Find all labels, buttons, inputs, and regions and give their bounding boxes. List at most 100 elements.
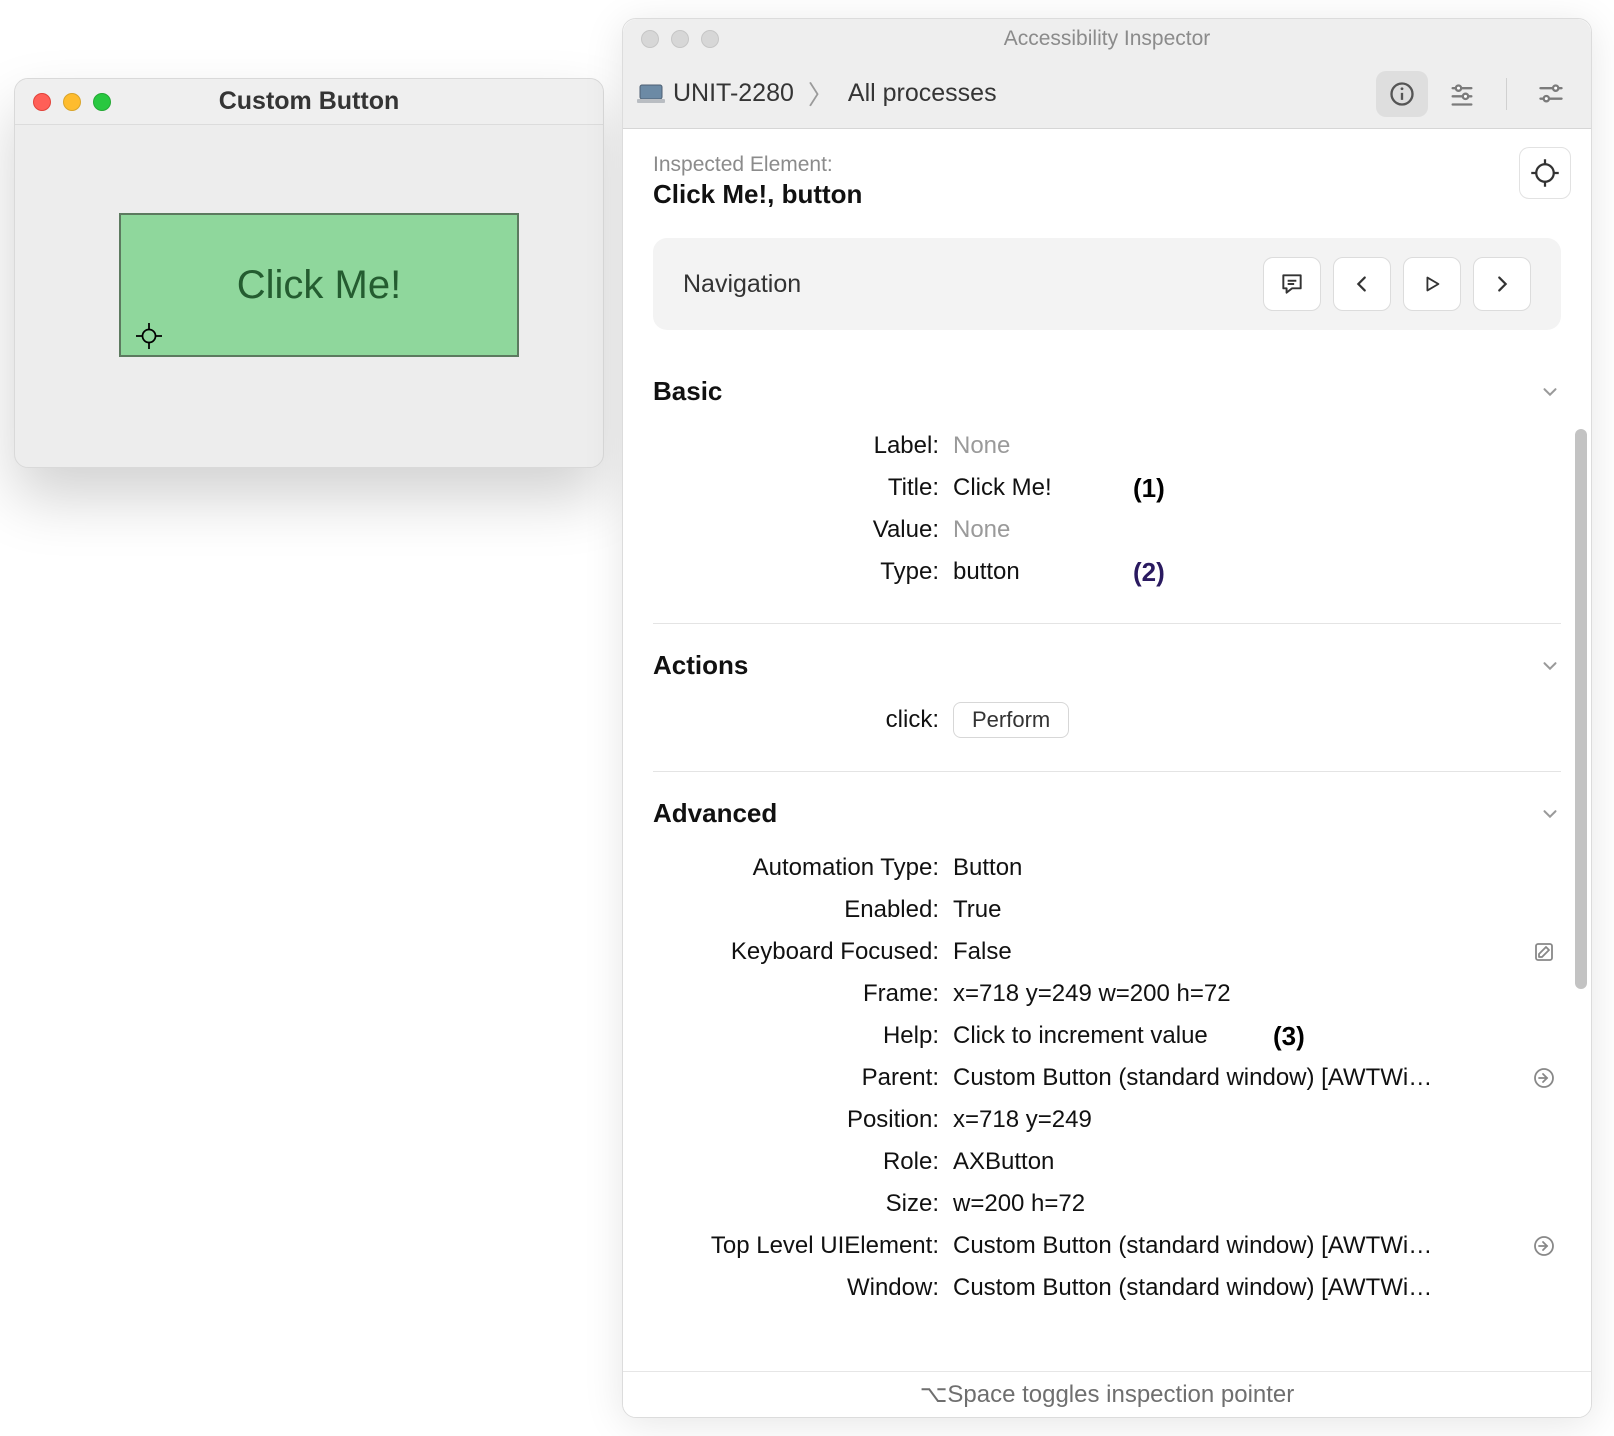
inspector-body: Inspected Element: Click Me!, button Nav… bbox=[623, 129, 1591, 1371]
section-advanced: Advanced Automation Type: Button Enabled… bbox=[653, 798, 1561, 1309]
custom-button-label: Click Me! bbox=[237, 263, 401, 308]
settings-sliders-icon bbox=[1537, 80, 1565, 108]
advanced-row-keyboard-focused: Keyboard Focused: False bbox=[653, 931, 1561, 973]
kv-value: Custom Button (standard window) [AWTWi… bbox=[953, 1232, 1517, 1260]
kv-key: Label: bbox=[653, 432, 953, 460]
inspection-tab-button[interactable] bbox=[1376, 71, 1428, 117]
advanced-row-enabled: Enabled: True bbox=[653, 889, 1561, 931]
actions-row-click: click: Perform bbox=[653, 699, 1561, 741]
kv-key: Keyboard Focused: bbox=[653, 938, 953, 966]
kv-key: Automation Type: bbox=[653, 854, 953, 882]
inspected-element-title: Click Me!, button bbox=[653, 179, 1561, 210]
advanced-row-size: Size: w=200 h=72 bbox=[653, 1183, 1561, 1225]
chevron-down-icon bbox=[1539, 655, 1561, 677]
start-inspection-button[interactable] bbox=[1519, 147, 1571, 199]
section-title: Basic bbox=[653, 376, 722, 407]
advanced-row-parent: Parent: Custom Button (standard window) … bbox=[653, 1057, 1561, 1099]
kv-key: Position: bbox=[653, 1106, 953, 1134]
section-basic: Basic Label: None Title: Click Me! (1) V… bbox=[653, 376, 1561, 593]
sample-titlebar: Custom Button bbox=[15, 79, 603, 125]
accessibility-inspector-window: Accessibility Inspector UNIT-2280 〉 All … bbox=[622, 18, 1592, 1418]
advanced-row-help: Help: Click to increment value (3) bbox=[653, 1015, 1561, 1057]
basic-row-type: Type: button (2) bbox=[653, 551, 1561, 593]
host-selector[interactable]: UNIT-2280 bbox=[637, 79, 794, 108]
kv-key: Value: bbox=[653, 516, 953, 544]
nav-next-button[interactable] bbox=[1473, 257, 1531, 311]
inspector-titlebar: Accessibility Inspector bbox=[623, 19, 1591, 59]
sample-window-title: Custom Button bbox=[15, 87, 603, 116]
navigate-to-top-level-button[interactable] bbox=[1527, 1229, 1561, 1263]
kv-key: Size: bbox=[653, 1190, 953, 1218]
perform-click-button[interactable]: Perform bbox=[953, 702, 1069, 738]
traffic-lights bbox=[641, 30, 719, 48]
chevron-left-icon bbox=[1351, 273, 1373, 295]
navigate-to-parent-button[interactable] bbox=[1527, 1061, 1561, 1095]
edit-icon bbox=[1532, 940, 1556, 964]
kv-value: False bbox=[953, 938, 1517, 966]
kv-key: Parent: bbox=[653, 1064, 953, 1092]
kv-key: Frame: bbox=[653, 980, 953, 1008]
section-actions-header[interactable]: Actions bbox=[653, 650, 1561, 685]
divider bbox=[653, 623, 1561, 624]
kv-key: Help: bbox=[653, 1022, 953, 1050]
zoom-window-button[interactable] bbox=[701, 30, 719, 48]
footer-hint: ⌥Space toggles inspection pointer bbox=[920, 1380, 1295, 1409]
advanced-row-position: Position: x=718 y=249 bbox=[653, 1099, 1561, 1141]
nav-play-button[interactable] bbox=[1403, 257, 1461, 311]
advanced-row-top-level-uielement: Top Level UIElement: Custom Button (stan… bbox=[653, 1225, 1561, 1267]
vertical-scrollbar[interactable] bbox=[1575, 429, 1587, 989]
kv-value: Click to increment value bbox=[953, 1022, 1561, 1050]
annotation-2: (2) bbox=[1133, 557, 1165, 588]
inspector-window-title: Accessibility Inspector bbox=[1004, 27, 1211, 51]
inspected-element-label: Inspected Element: bbox=[653, 153, 1561, 177]
arrow-circle-right-icon bbox=[1532, 1234, 1556, 1258]
laptop-icon bbox=[637, 84, 665, 104]
kv-value: button bbox=[953, 558, 1561, 586]
host-name: UNIT-2280 bbox=[673, 79, 794, 108]
advanced-row-role: Role: AXButton bbox=[653, 1141, 1561, 1183]
sliders-icon bbox=[1448, 80, 1476, 108]
toolbar-separator bbox=[1506, 78, 1507, 110]
section-title: Actions bbox=[653, 650, 748, 681]
custom-click-me-button[interactable]: Click Me! bbox=[119, 213, 519, 357]
navigation-label: Navigation bbox=[683, 270, 1263, 299]
kv-key: Enabled: bbox=[653, 896, 953, 924]
inspector-toolbar: UNIT-2280 〉 All processes bbox=[623, 59, 1591, 129]
edit-value-button[interactable] bbox=[1527, 935, 1561, 969]
section-advanced-header[interactable]: Advanced bbox=[653, 798, 1561, 833]
kv-value: AXButton bbox=[953, 1148, 1561, 1176]
info-circle-icon bbox=[1388, 80, 1416, 108]
kv-key: Type: bbox=[653, 558, 953, 586]
kv-value: x=718 y=249 bbox=[953, 1106, 1561, 1134]
kv-key: click: bbox=[653, 706, 953, 734]
kv-key: Top Level UIElement: bbox=[653, 1232, 953, 1260]
process-filter-label: All processes bbox=[848, 79, 997, 107]
kv-value: Custom Button (standard window) [AWTWi… bbox=[953, 1064, 1517, 1092]
kv-value: Button bbox=[953, 854, 1561, 882]
chevron-down-icon bbox=[1539, 803, 1561, 825]
minimize-window-button[interactable] bbox=[671, 30, 689, 48]
close-window-button[interactable] bbox=[641, 30, 659, 48]
chevron-right-icon: 〉 bbox=[808, 75, 834, 112]
navigation-panel: Navigation bbox=[653, 238, 1561, 330]
audit-tab-button[interactable] bbox=[1436, 71, 1488, 117]
kv-value: True bbox=[953, 896, 1561, 924]
chevron-right-icon bbox=[1491, 273, 1513, 295]
kv-key: Title: bbox=[653, 474, 953, 502]
process-selector[interactable]: All processes bbox=[848, 79, 997, 108]
annotation-1: (1) bbox=[1133, 473, 1165, 504]
speech-bubble-icon bbox=[1279, 271, 1305, 297]
section-basic-header[interactable]: Basic bbox=[653, 376, 1561, 411]
basic-row-title: Title: Click Me! (1) bbox=[653, 467, 1561, 509]
kv-value: w=200 h=72 bbox=[953, 1190, 1561, 1218]
crosshair-icon bbox=[1530, 158, 1560, 188]
arrow-circle-right-icon bbox=[1532, 1066, 1556, 1090]
settings-tab-button[interactable] bbox=[1525, 71, 1577, 117]
inspector-footer: ⌥Space toggles inspection pointer bbox=[623, 1371, 1591, 1417]
speak-element-button[interactable] bbox=[1263, 257, 1321, 311]
nav-previous-button[interactable] bbox=[1333, 257, 1391, 311]
kv-value: Perform bbox=[953, 702, 1561, 738]
kv-value: Custom Button (standard window) [AWTWi… bbox=[953, 1274, 1561, 1302]
basic-row-value: Value: None bbox=[653, 509, 1561, 551]
kv-value: Click Me! bbox=[953, 474, 1561, 502]
